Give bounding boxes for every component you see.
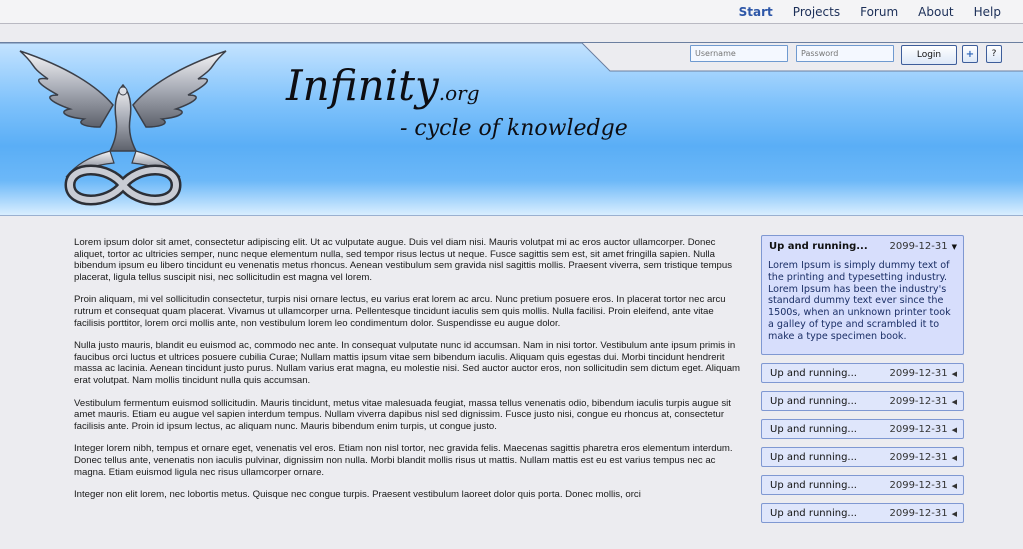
news-title: Up and running... (770, 367, 857, 379)
username-input[interactable] (690, 45, 788, 62)
nav-item-help[interactable]: Help (974, 5, 1001, 19)
chevron-left-icon: ◀ (951, 397, 957, 406)
site-tagline: - cycle of knowledge (400, 116, 628, 141)
news-date: 2099-12-31 (889, 507, 948, 519)
news-date: 2099-12-31 (889, 240, 948, 252)
news-title: Up and running... (770, 507, 857, 519)
news-body: Lorem Ipsum is simply dummy text of the … (768, 260, 951, 342)
chevron-left-icon: ◀ (951, 425, 957, 434)
news-item-collapsed[interactable]: Up and running... 2099-12-31 ◀ (761, 447, 964, 467)
news-item-expanded[interactable]: Up and running... 2099-12-31 ▼ Lorem Ipsu… (761, 235, 964, 355)
content-paragraph: Integer lorem nibh, tempus et ornare ege… (74, 443, 733, 478)
chevron-left-icon: ◀ (951, 509, 957, 518)
help-button[interactable]: ? (986, 45, 1002, 63)
phoenix-infinity-logo-icon (19, 50, 227, 206)
nav-item-forum[interactable]: Forum (860, 5, 898, 19)
news-item-collapsed[interactable]: Up and running... 2099-12-31 ◀ (761, 419, 964, 439)
content-paragraph: Lorem ipsum dolor sit amet, consectetur … (74, 237, 733, 283)
chevron-left-icon: ◀ (951, 369, 957, 378)
chevron-down-icon: ▼ (951, 242, 957, 251)
news-title: Up and running... (769, 240, 868, 252)
news-item-header[interactable]: Up and running... 2099-12-31 ▼ (762, 236, 963, 256)
register-plus-icon[interactable]: + (962, 45, 978, 63)
chevron-left-icon: ◀ (951, 453, 957, 462)
news-date: 2099-12-31 (889, 479, 948, 491)
nav-item-projects[interactable]: Projects (793, 5, 840, 19)
news-item-collapsed[interactable]: Up and running... 2099-12-31 ◀ (761, 391, 964, 411)
news-title: Up and running... (770, 479, 857, 491)
news-title: Up and running... (770, 423, 857, 435)
content-paragraph: Nulla justo mauris, blandit eu euismod a… (74, 340, 741, 386)
news-item-collapsed[interactable]: Up and running... 2099-12-31 ◀ (761, 475, 964, 495)
news-item-collapsed[interactable]: Up and running... 2099-12-31 ◀ (761, 363, 964, 383)
nav-item-start[interactable]: Start (739, 5, 773, 19)
site-title: Infinity.org (286, 61, 480, 110)
news-date: 2099-12-31 (889, 395, 948, 407)
nav-item-about[interactable]: About (918, 5, 953, 19)
content-paragraph: Proin aliquam, mi vel sollicitudin conse… (74, 294, 726, 329)
site-tld: .org (438, 81, 480, 105)
content-paragraph: Integer non elit lorem, nec lobortis met… (74, 489, 641, 501)
news-title: Up and running... (770, 395, 857, 407)
news-title: Up and running... (770, 451, 857, 463)
header-banner: Infinity.org - cycle of knowledge (0, 42, 1023, 216)
nav-links: Start Projects Forum About Help (719, 5, 1001, 19)
chevron-left-icon: ◀ (951, 481, 957, 490)
news-date: 2099-12-31 (889, 367, 948, 379)
site-name: Infinity (286, 61, 439, 110)
news-sidebar: Up and running... 2099-12-31 ▼ Lorem Ipsu… (761, 235, 964, 523)
top-navigation: Start Projects Forum About Help (0, 0, 1023, 24)
content-paragraph: Vestibulum fermentum euismod sollicitudi… (74, 397, 731, 432)
news-date: 2099-12-31 (889, 423, 948, 435)
news-date: 2099-12-31 (889, 451, 948, 463)
password-input[interactable] (796, 45, 894, 62)
main-content: Lorem ipsum dolor sit amet, consectetur … (74, 237, 744, 512)
login-button[interactable]: Login (901, 45, 957, 65)
news-item-collapsed[interactable]: Up and running... 2099-12-31 ◀ (761, 503, 964, 523)
